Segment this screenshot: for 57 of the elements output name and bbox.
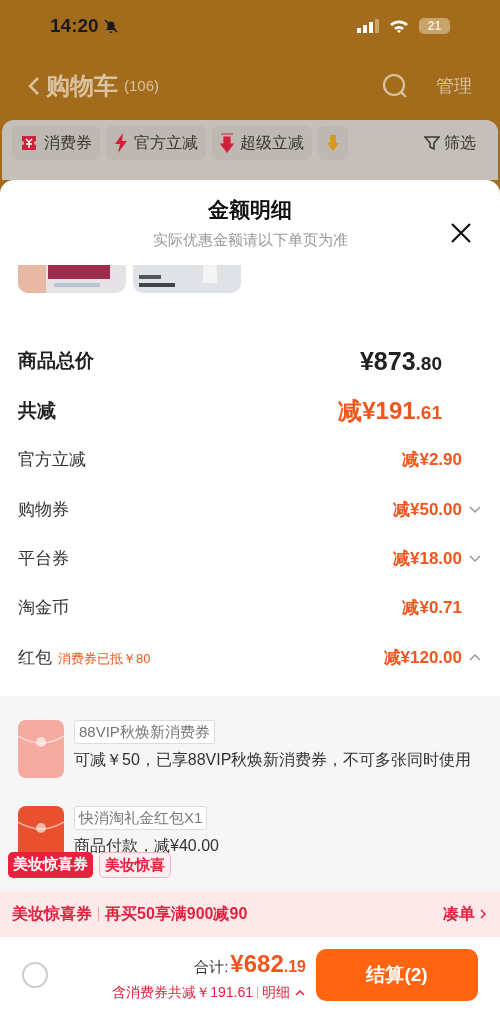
sheet-title: 金额明细: [208, 196, 292, 223]
down-arrow-icon: [326, 133, 340, 153]
row-label: 共减: [18, 398, 56, 423]
wifi-icon: [389, 19, 409, 33]
envelope-icon: [18, 719, 64, 778]
row-amount: 减¥2.90: [402, 449, 462, 472]
collapse-icon: [468, 652, 482, 662]
page-title: 购物车: [46, 71, 118, 101]
row-amount: 减¥0.71: [402, 597, 462, 620]
chevron-right-icon: [478, 908, 488, 921]
chevron-up-icon: [294, 988, 306, 997]
close-icon[interactable]: [450, 222, 472, 244]
row-amount: 减¥18.00: [393, 548, 462, 570]
signal-icon: [357, 19, 379, 33]
item-count: (106): [124, 75, 160, 96]
row-label: 平台券: [18, 548, 69, 570]
coupon-tag: 88VIP秋焕新消费券: [74, 719, 215, 745]
battery-icon: 21: [419, 18, 450, 34]
coupon-description: 可减￥50，已享88VIP秋焕新消费券，不可多张同时使用: [74, 750, 472, 771]
total-label: 合计:: [194, 957, 229, 978]
filter-icon: [424, 135, 440, 151]
muted-bell-icon: [102, 18, 119, 34]
promo-name: 美妆惊喜券: [12, 904, 92, 925]
expand-icon: [468, 505, 482, 514]
filter-chip[interactable]: 超级立减: [212, 126, 312, 160]
row-amount: 减¥191.61: [338, 395, 442, 426]
row-amount: ¥873.80: [359, 345, 442, 377]
details-link[interactable]: 明细: [262, 982, 290, 1004]
checkout-button[interactable]: 结算(2): [316, 948, 478, 1001]
promo-bar[interactable]: 美妆惊喜券 再买50享满900减90 凑单: [0, 891, 500, 937]
ticket-icon: [20, 134, 38, 152]
promo-offer: 再买50享满900减90: [105, 904, 248, 925]
down-arrow-icon: [220, 133, 234, 153]
select-all-radio[interactable]: [22, 961, 48, 988]
total-amount: ¥682.19: [230, 949, 306, 980]
filter-chip[interactable]: 消费券: [12, 126, 100, 160]
manage-button[interactable]: 管理: [436, 72, 472, 100]
sheet-subtitle: 实际优惠金额请以下单页为准: [152, 230, 348, 250]
filter-chip[interactable]: 官方立减: [106, 126, 206, 160]
row-label: 红包: [18, 646, 52, 669]
search-icon[interactable]: [382, 73, 408, 99]
row-label: 淘金币: [18, 597, 69, 620]
filter-chip[interactable]: [318, 126, 348, 160]
add-items-link[interactable]: 凑单: [443, 902, 475, 927]
expand-icon: [468, 554, 482, 564]
row-amount: 减¥50.00: [393, 498, 462, 521]
lightning-icon: [114, 133, 128, 153]
status-time: 14:20: [50, 13, 99, 38]
row-note: 消费券已抵￥80: [58, 649, 151, 668]
savings-text: 含消费券共减￥191.61: [112, 983, 253, 1003]
coupon-tag: 快消淘礼金红包X1: [74, 805, 208, 831]
back-icon[interactable]: [28, 76, 40, 96]
filter-button[interactable]: 筛选: [424, 126, 488, 160]
row-label: 购物券: [18, 498, 69, 521]
row-label: 官方立减: [18, 449, 86, 472]
row-amount: 减¥120.00: [383, 646, 462, 669]
row-label: 商品总价: [18, 349, 94, 374]
